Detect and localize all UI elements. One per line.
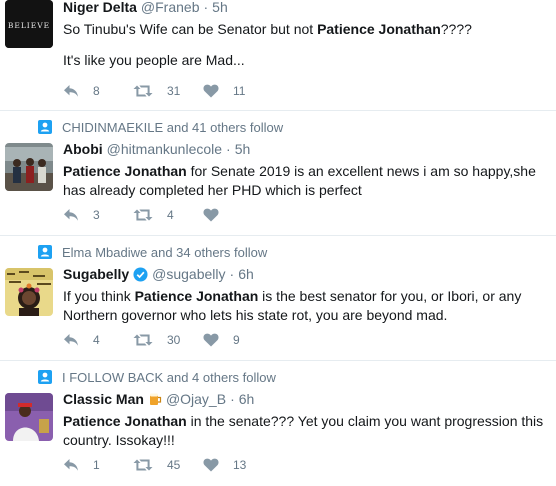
retweet-icon: [133, 334, 153, 346]
tweet[interactable]: I FOLLOW BACK and 4 others follow Classi…: [0, 361, 556, 486]
reply-button[interactable]: 1: [63, 458, 133, 472]
avatar-image: [5, 143, 53, 191]
like-button[interactable]: 9: [203, 333, 273, 347]
username[interactable]: @Franeb: [141, 0, 200, 15]
username[interactable]: @Ojay_B: [166, 391, 226, 407]
tweet-line: Patience Jonathan in the senate??? Yet y…: [63, 413, 544, 429]
retweet-count: 45: [167, 458, 181, 472]
beer-emoji-icon: [149, 393, 162, 405]
reply-icon: [64, 334, 78, 346]
person-icon: [38, 370, 52, 384]
reply-button[interactable]: 3: [63, 208, 133, 222]
like-button[interactable]: 13: [203, 458, 273, 472]
avatar-image: [5, 268, 53, 316]
search-highlight: Patience Jonathan: [63, 413, 187, 429]
avatar-image: BELIEVE: [5, 0, 53, 48]
timestamp[interactable]: 5h: [235, 141, 251, 157]
retweet-button[interactable]: 4: [133, 208, 203, 222]
reply-icon: [64, 459, 78, 471]
username[interactable]: @sugabelly: [152, 266, 225, 282]
reply-button[interactable]: 8: [63, 84, 133, 98]
search-highlight: Patience Jonathan: [317, 21, 441, 37]
display-name[interactable]: Classic Man: [63, 391, 144, 407]
follow-context-text[interactable]: CHIDINMAEKILE and 41 others follow: [62, 120, 283, 135]
tweet-text: Patience Jonathan in the senate??? Yet y…: [63, 412, 553, 450]
tweet[interactable]: Elma Mbadiwe and 34 others follow Sugabe…: [0, 236, 556, 361]
search-highlight: Patience Jonathan: [63, 163, 187, 179]
retweet-count: 31: [167, 84, 181, 98]
retweet-count: 4: [167, 208, 174, 222]
tweet-text: Patience Jonathan for Senate 2019 is an …: [63, 162, 553, 200]
avatar-logo-text: BELIEVE: [8, 21, 50, 30]
tweet-header: Sugabelly @sugabelly · 6h: [63, 266, 254, 282]
tweet-line: has already completed her PHD which is p…: [63, 182, 362, 198]
tweet[interactable]: BELIEVE Niger Delta @Franeb · 5h So Tinu…: [0, 0, 556, 111]
follow-context-text[interactable]: I FOLLOW BACK and 4 others follow: [62, 370, 276, 385]
reply-icon: [64, 85, 78, 97]
timestamp[interactable]: 5h: [212, 0, 228, 15]
follow-context: I FOLLOW BACK and 4 others follow: [38, 368, 276, 386]
tweet-line: Northern governor who lets his state rot…: [63, 307, 448, 323]
avatar[interactable]: [5, 393, 53, 441]
heart-icon: [203, 458, 219, 472]
tweet-header: Niger Delta @Franeb · 5h: [63, 0, 228, 15]
tweet-text: If you think Patience Jonathan is the be…: [63, 287, 553, 325]
display-name[interactable]: Abobi: [63, 141, 103, 157]
timestamp[interactable]: 6h: [238, 266, 254, 282]
tweet-text: So Tinubu's Wife can be Senator but not …: [63, 20, 553, 70]
retweet-button[interactable]: 31: [133, 84, 203, 98]
like-count: 9: [233, 333, 240, 347]
tweet-actions: 3 4: [63, 206, 273, 224]
display-name[interactable]: Sugabelly: [63, 266, 129, 282]
heart-icon: [203, 333, 219, 347]
verified-badge-icon: [133, 266, 148, 282]
tweet-actions: 4 30 9: [63, 331, 273, 349]
separator: ·: [226, 141, 231, 157]
retweet-button[interactable]: 45: [133, 458, 203, 472]
tweet-line: country. Issokay!!!: [63, 432, 175, 448]
tweet-line: Patience Jonathan for Senate 2019 is an …: [63, 163, 536, 179]
like-count: 13: [233, 458, 247, 472]
tweet-line: If you think Patience Jonathan is the be…: [63, 288, 522, 304]
username[interactable]: @hitmankunlecole: [107, 141, 222, 157]
avatar-image: [5, 393, 53, 441]
timestamp[interactable]: 6h: [239, 391, 255, 407]
display-name[interactable]: Niger Delta: [63, 0, 137, 15]
retweet-icon: [133, 459, 153, 471]
reply-count: 8: [93, 84, 100, 98]
separator: ·: [203, 0, 209, 15]
tweet-actions: 8 31 11: [63, 82, 273, 100]
avatar[interactable]: BELIEVE: [5, 0, 53, 48]
separator: ·: [230, 391, 235, 407]
person-icon: [38, 120, 52, 134]
like-count: 11: [233, 84, 246, 98]
reply-icon: [64, 209, 78, 221]
reply-count: 3: [93, 208, 100, 222]
heart-icon: [203, 208, 219, 222]
search-highlight: Patience Jonathan: [134, 288, 259, 304]
retweet-button[interactable]: 30: [133, 333, 203, 347]
reply-count: 4: [93, 333, 100, 347]
retweet-count: 30: [167, 333, 181, 347]
follow-context: Elma Mbadiwe and 34 others follow: [38, 243, 267, 261]
follow-context: CHIDINMAEKILE and 41 others follow: [38, 118, 283, 136]
tweet[interactable]: CHIDINMAEKILE and 41 others follow Abobi…: [0, 111, 556, 236]
like-button[interactable]: [203, 208, 273, 222]
tweet-actions: 1 45 13: [63, 456, 273, 474]
retweet-icon: [133, 209, 153, 221]
person-icon: [38, 245, 52, 259]
tweet-header: Classic Man @Ojay_B · 6h: [63, 391, 254, 407]
avatar[interactable]: [5, 143, 53, 191]
tweet-line: It's like you people are Mad...: [63, 52, 245, 68]
tweet-header: Abobi @hitmankunlecole · 5h: [63, 141, 250, 157]
reply-button[interactable]: 4: [63, 333, 133, 347]
avatar[interactable]: [5, 268, 53, 316]
retweet-icon: [133, 85, 153, 97]
reply-count: 1: [93, 458, 100, 472]
heart-icon: [203, 84, 219, 98]
separator: ·: [229, 266, 235, 282]
follow-context-text[interactable]: Elma Mbadiwe and 34 others follow: [62, 245, 267, 260]
tweet-line: So Tinubu's Wife can be Senator but not …: [63, 21, 472, 37]
like-button[interactable]: 11: [203, 84, 273, 98]
